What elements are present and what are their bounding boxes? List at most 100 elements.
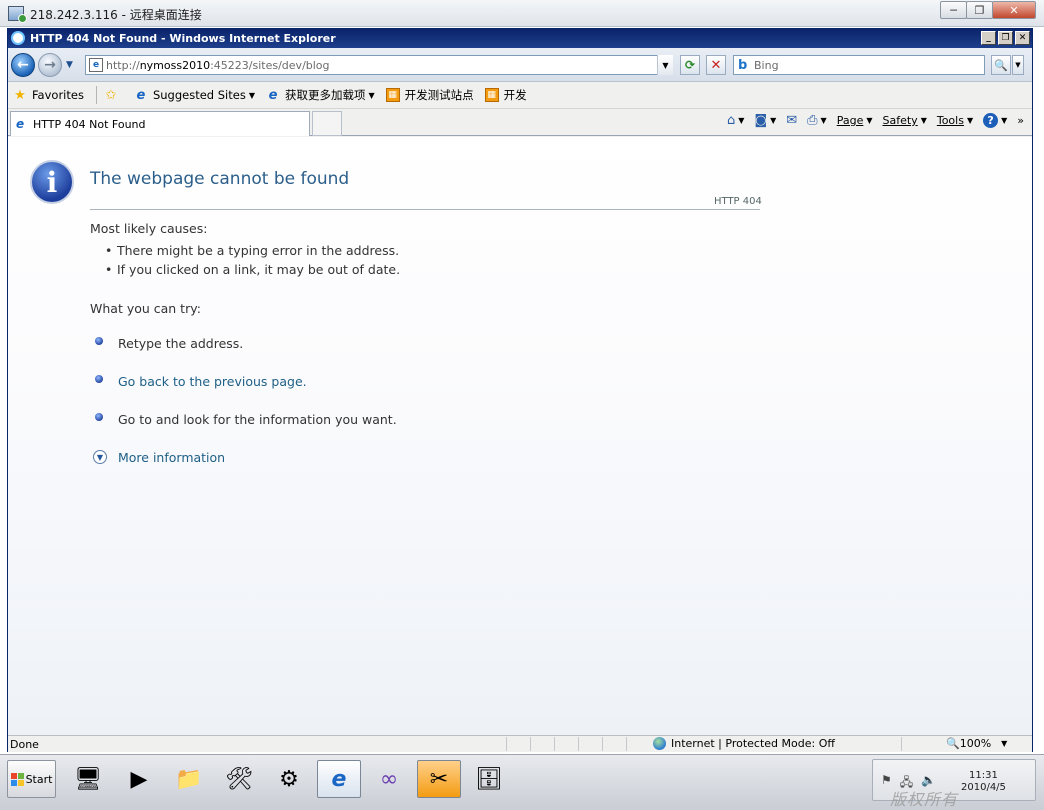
cause-item: There might be a typing error in the add… — [105, 243, 399, 258]
ie-minimize-button[interactable]: _ — [981, 31, 996, 45]
back-button[interactable]: ← — [11, 53, 35, 77]
fav-item-suggested-sites[interactable]: e Suggested Sites ▼ — [133, 87, 255, 103]
chevron-down-icon: ▼ — [248, 90, 255, 100]
chevron-down-icon: ▼ — [866, 116, 873, 125]
help-menu[interactable]: ? ▼ — [983, 113, 1007, 128]
status-panel — [626, 737, 650, 751]
new-tab-button[interactable] — [312, 111, 342, 136]
bing-icon: b — [738, 58, 748, 73]
chevron-down-icon: ▼ — [368, 90, 375, 100]
fav-item-label: 开发 — [503, 88, 527, 102]
home-button[interactable]: ⌂ ▼ — [727, 113, 744, 128]
sharepoint-designer-icon[interactable]: ✂ — [417, 760, 461, 798]
safety-menu[interactable]: Safety ▼ — [883, 114, 927, 127]
address-bar[interactable]: e http://nymoss2010:45223/sites/dev/blog — [85, 55, 673, 75]
settings-gear-icon[interactable]: ⚙ — [267, 760, 311, 798]
address-dropdown-icon[interactable]: ▼ — [657, 55, 673, 75]
clock-time: 11:31 — [969, 770, 998, 781]
rdp-minimize-button[interactable]: ─ — [940, 1, 967, 19]
remote-desktop-icon — [8, 6, 27, 23]
address-path: :45223/sites/dev/blog — [210, 58, 330, 72]
expand-more-info-icon[interactable]: ▼ — [93, 450, 107, 464]
status-panel — [530, 737, 554, 751]
add-favorite-star-icon: ✩ — [105, 87, 117, 103]
fav-item-dev-test-site[interactable]: ▦ 开发测试站点 — [385, 87, 474, 103]
fav-item-dev[interactable]: ▦ 开发 — [484, 87, 527, 103]
forward-button[interactable]: → — [38, 53, 62, 77]
search-input[interactable]: b Bing — [733, 55, 985, 75]
tab-label: HTTP 404 Not Found — [33, 117, 146, 131]
read-mail-button[interactable]: ✉ — [786, 113, 797, 128]
rdp-title-bar: 218.242.3.116 - 远程桌面连接 ─ ❐ ✕ — [0, 0, 1044, 27]
explorer-folder-icon[interactable]: 📁 — [167, 760, 211, 798]
start-button[interactable]: Start — [7, 760, 56, 798]
globe-icon — [653, 737, 666, 750]
page-icon: e — [89, 58, 103, 72]
safety-menu-label: Safety — [882, 114, 918, 127]
search-placeholder: Bing — [754, 58, 779, 72]
rdp-window-controls: ─ ❐ ✕ — [940, 1, 1036, 19]
rdp-close-button[interactable]: ✕ — [992, 1, 1036, 19]
add-to-favorites-bar-button[interactable]: ✩ — [103, 87, 123, 103]
tools-icon[interactable]: 🛠 — [217, 760, 261, 798]
tab-bar: e HTTP 404 Not Found ⌂ ▼ ◙ ▼ ✉ ⎙ ▼ Page ▼ Sa… — [8, 109, 1032, 136]
rdp-window-title: 218.242.3.116 - 远程桌面连接 — [30, 8, 202, 22]
try-heading: What you can try: — [90, 301, 201, 316]
sql-server-icon[interactable]: 🗄 — [467, 760, 511, 798]
address-protocol: http:// — [106, 58, 140, 72]
printer-icon: ⎙ — [807, 113, 818, 128]
rss-feed-icon: ◙ — [754, 113, 768, 128]
mail-icon: ✉ — [786, 113, 798, 128]
go-back-link[interactable]: Go back to the previous page. — [118, 374, 307, 389]
page-menu-label: Page — [836, 114, 864, 127]
bullet-icon — [95, 337, 103, 345]
more-information-link[interactable]: More information — [118, 450, 225, 465]
print-button[interactable]: ⎙ ▼ — [807, 113, 827, 128]
security-zone[interactable]: Internet | Protected Mode: Off — [653, 737, 835, 750]
ie-icon: e — [16, 117, 25, 131]
ie-logo-icon — [11, 31, 25, 45]
zone-label: Internet | Protected Mode: Off — [671, 737, 835, 750]
powershell-icon[interactable]: ▶ — [117, 760, 161, 798]
divider — [90, 209, 760, 210]
start-label: Start — [25, 772, 53, 786]
tools-menu[interactable]: Tools ▼ — [937, 114, 973, 127]
favorites-label: Favorites — [32, 88, 84, 102]
go-to-text: Go to and look for the information you w… — [118, 412, 397, 427]
retype-address-text: Retype the address. — [118, 336, 244, 351]
status-bar: Done Internet | Protected Mode: Off 🔍 10… — [8, 735, 1032, 752]
visual-studio-icon[interactable]: ∞ — [367, 760, 411, 798]
navigation-bar: ← → ▼ e http://nymoss2010:45223/sites/de… — [8, 48, 1032, 82]
ie-window: HTTP 404 Not Found - Windows Internet Ex… — [7, 28, 1033, 752]
refresh-button[interactable]: ⟳ — [680, 55, 700, 75]
tools-menu-label: Tools — [936, 114, 964, 127]
recent-pages-dropdown-icon[interactable]: ▼ — [66, 60, 73, 70]
page-menu[interactable]: Page ▼ — [837, 114, 873, 127]
status-panel — [602, 737, 626, 751]
page-title: The webpage cannot be found — [90, 169, 350, 189]
internet-explorer-icon[interactable]: e — [317, 760, 361, 798]
search-options-dropdown[interactable]: ▼ — [1012, 55, 1024, 75]
rdp-restore-button[interactable]: ❐ — [966, 1, 993, 19]
ie-close-button[interactable]: ✕ — [1015, 31, 1030, 45]
bullet-icon — [95, 375, 103, 383]
ie-restore-button[interactable]: ❐ — [998, 31, 1013, 45]
favorites-button[interactable]: ★ Favorites — [12, 87, 84, 103]
chevron-down-icon: ▼ — [1001, 116, 1008, 125]
command-bar: ⌂ ▼ ◙ ▼ ✉ ⎙ ▼ Page ▼ Safety ▼ Tools ▼ ? ▼ » — [717, 113, 1024, 128]
ie-icon: e — [136, 87, 146, 103]
feeds-button[interactable]: ◙ ▼ — [754, 113, 776, 128]
fav-item-get-addons[interactable]: e 获取更多加载项 ▼ — [265, 87, 375, 103]
stop-button[interactable]: ✕ — [706, 55, 726, 75]
server-manager-icon[interactable]: 🖥 — [66, 760, 110, 798]
more-commands-button[interactable]: » — [1017, 114, 1024, 127]
ie-icon: e — [268, 87, 278, 103]
status-panel — [506, 737, 530, 751]
taskbar: Start 🖥 ▶ 📁 🛠 ⚙ e ∞ ✂ 🗄 ⚑ 🖧 🔈 11:31 2010… — [0, 754, 1044, 810]
orange-site-icon: ▦ — [484, 87, 500, 103]
tab-http-404[interactable]: e HTTP 404 Not Found — [10, 111, 310, 136]
info-icon: i — [30, 160, 74, 204]
zoom-icon: 🔍 — [946, 737, 960, 750]
zoom-control[interactable]: 🔍 100% ▼ — [946, 737, 1007, 750]
search-button[interactable]: 🔍 — [991, 55, 1011, 75]
